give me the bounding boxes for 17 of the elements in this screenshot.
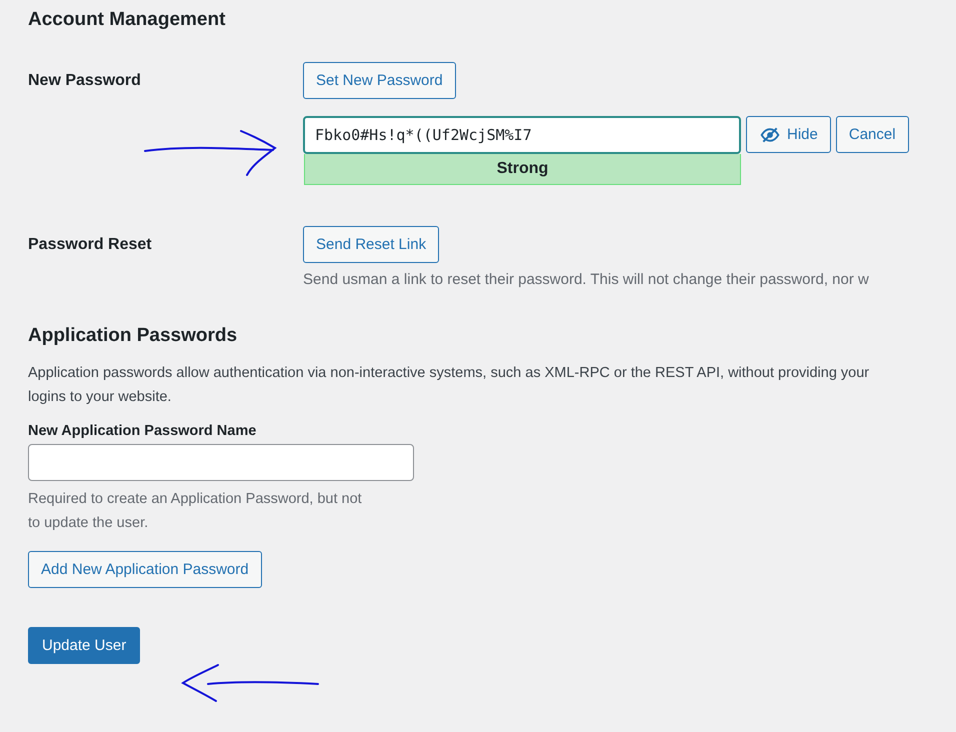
field-label: New Application Password Name: [28, 423, 258, 439]
cancel-button[interactable]: Cancel: [836, 116, 909, 153]
field-label: New Password: [28, 71, 141, 90]
section-heading: Account Management: [28, 8, 226, 31]
set-new-password-button[interactable]: Set New Password: [303, 62, 456, 99]
section-description: Application passwords allow authentication via non-interactive systems, such as XML-RPC or the REST API, without providing your logins to your website.: [28, 364, 870, 407]
send-reset-link-button[interactable]: Send Reset Link: [303, 226, 440, 263]
section-heading: Application Passwords: [28, 325, 238, 347]
update-user-button[interactable]: Update User: [28, 627, 140, 664]
field-label: Password Reset: [28, 235, 152, 254]
hide-button[interactable]: Hide: [746, 116, 831, 153]
add-application-password-button[interactable]: Add New Application Password: [28, 551, 262, 588]
field-description: Send usman a link to reset their password. This will not change their password, nor w: [303, 271, 869, 288]
strength-indicator: Strong: [304, 154, 741, 185]
password-field[interactable]: Fbko0#Hs!q*((Uf2WcjSM%I7: [303, 116, 741, 154]
input-field[interactable]: [28, 444, 414, 481]
field-description: Required to create an Application Password, but not to update the user.: [28, 490, 363, 533]
